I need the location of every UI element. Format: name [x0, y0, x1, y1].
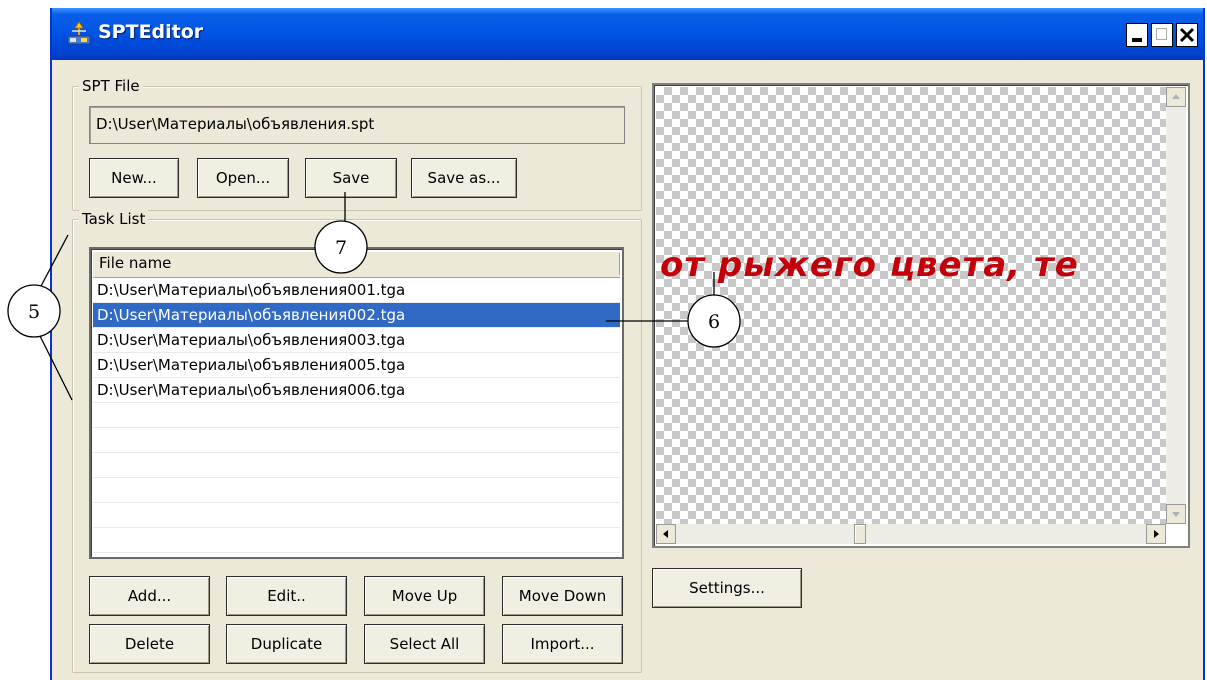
scroll-right-button[interactable]: [1146, 524, 1166, 544]
minimize-button[interactable]: [1126, 23, 1148, 47]
title-bar[interactable]: SPTEditor: [52, 8, 1203, 60]
arrow-right-icon: [1154, 530, 1159, 538]
delete-button[interactable]: Delete: [89, 624, 210, 664]
arrow-left-icon: [663, 530, 668, 538]
spt-file-group: SPT File D:\User\Материалы\объявления.sp…: [72, 76, 642, 211]
scroll-left-button[interactable]: [656, 524, 676, 544]
column-separator: [619, 253, 620, 275]
list-item[interactable]: D:\User\Материалы\объявления006.tga: [93, 378, 620, 403]
image-preview[interactable]: от рыжего цвета, те: [652, 83, 1190, 548]
close-button[interactable]: [1176, 23, 1198, 47]
close-icon: [1179, 27, 1195, 43]
import-button[interactable]: Import...: [502, 624, 623, 664]
spt-file-legend: SPT File: [79, 76, 143, 96]
open-button[interactable]: Open...: [197, 158, 289, 198]
window-title: SPTEditor: [98, 21, 204, 43]
new-button[interactable]: New...: [89, 158, 179, 198]
callout-5-label: 5: [28, 301, 40, 323]
maximize-button[interactable]: [1151, 23, 1173, 47]
list-column-header[interactable]: File name: [93, 251, 620, 278]
empty-row: [93, 403, 620, 428]
app-icon: [67, 21, 91, 45]
empty-row: [93, 528, 620, 553]
list-item-selected[interactable]: D:\User\Материалы\объявления002.tga: [93, 303, 620, 328]
arrow-up-icon: [1172, 94, 1180, 99]
edit-button[interactable]: Edit..: [226, 576, 347, 616]
save-as-button[interactable]: Save as...: [411, 158, 517, 198]
empty-row: [93, 428, 620, 453]
preview-canvas: от рыжего цвета, те: [656, 87, 1166, 524]
task-list-legend: Task List: [79, 209, 149, 229]
task-list-group: Task List File name D:\User\Материалы\об…: [72, 209, 642, 673]
move-down-button[interactable]: Move Down: [502, 576, 623, 616]
scroll-up-button[interactable]: [1166, 87, 1186, 107]
arrow-down-icon: [1172, 512, 1180, 517]
vertical-scrollbar[interactable]: [1166, 87, 1186, 524]
list-item[interactable]: D:\User\Материалы\объявления003.tga: [93, 328, 620, 353]
list-rows: D:\User\Материалы\объявления001.tga D:\U…: [93, 278, 620, 553]
empty-row: [93, 503, 620, 528]
list-item[interactable]: D:\User\Материалы\объявления001.tga: [93, 278, 620, 303]
empty-row: [93, 453, 620, 478]
add-button[interactable]: Add...: [89, 576, 210, 616]
spteditor-window: SPTEditor SPT File D:\User\Материалы\объ…: [50, 8, 1205, 680]
maximize-icon: [1156, 28, 1167, 40]
horizontal-scrollbar[interactable]: [656, 524, 1166, 544]
preview-text: от рыжего цвета, те: [660, 245, 1079, 285]
scroll-down-button[interactable]: [1166, 504, 1186, 524]
list-item[interactable]: D:\User\Материалы\объявления005.tga: [93, 353, 620, 378]
task-file-list[interactable]: File name D:\User\Материалы\объявления00…: [89, 247, 624, 559]
column-file-name: File name: [99, 254, 172, 272]
settings-button[interactable]: Settings...: [652, 568, 802, 608]
minimize-icon: [1132, 38, 1142, 42]
select-all-button[interactable]: Select All: [364, 624, 485, 664]
scroll-thumb[interactable]: [854, 524, 866, 544]
save-button[interactable]: Save: [305, 158, 397, 198]
move-up-button[interactable]: Move Up: [364, 576, 485, 616]
duplicate-button[interactable]: Duplicate: [226, 624, 347, 664]
spt-path-field[interactable]: D:\User\Материалы\объявления.spt: [89, 106, 625, 144]
empty-row: [93, 478, 620, 503]
